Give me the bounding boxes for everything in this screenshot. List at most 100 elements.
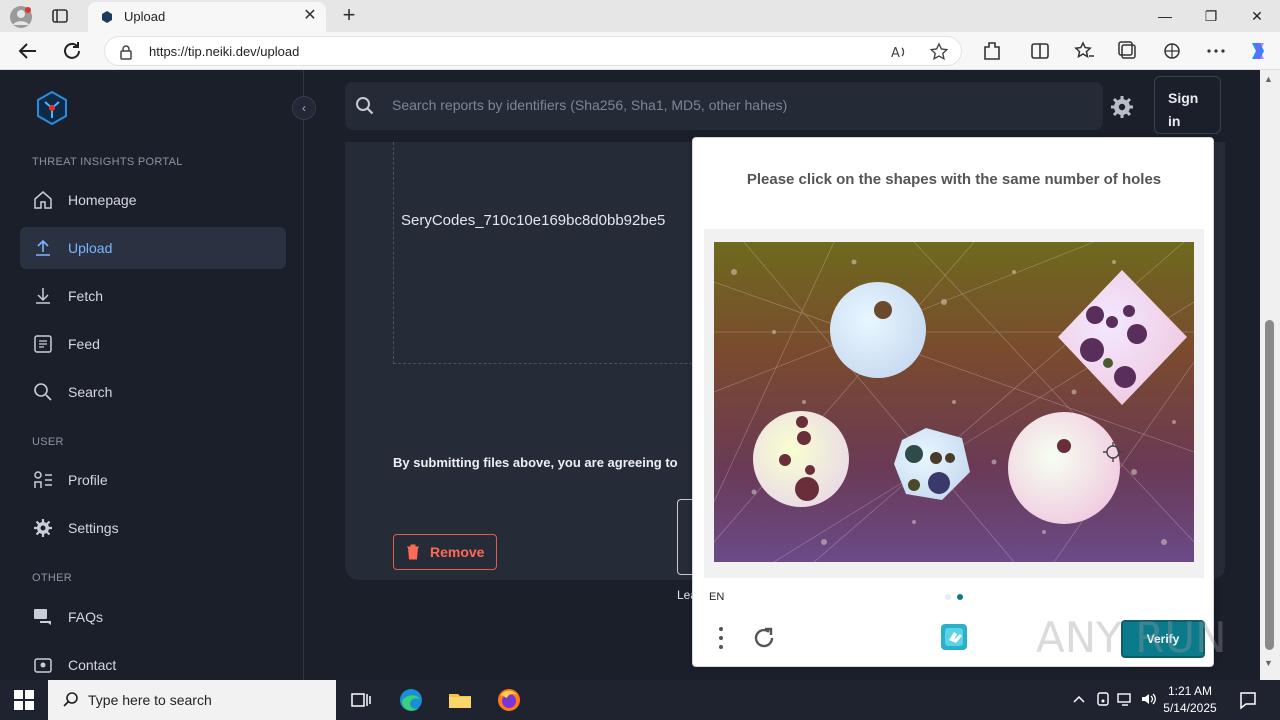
download-icon <box>36 288 50 304</box>
taskbar-search-placeholder: Type here to search <box>88 692 212 708</box>
network-icon[interactable] <box>1116 690 1134 708</box>
section-portal: THREAT INSIGHTS PORTAL <box>32 156 183 168</box>
browser-essentials-icon[interactable] <box>1160 39 1184 63</box>
browser-tabstrip: Upload ✕ + — ❐ ✕ <box>0 0 1280 32</box>
extensions-icon[interactable] <box>980 39 1004 63</box>
trash-icon <box>407 544 419 560</box>
device-icon[interactable] <box>1094 690 1112 708</box>
captcha-prompt: Please click on the shapes with the same… <box>746 171 1162 188</box>
sidebar-item-label: Settings <box>68 520 119 536</box>
search-icon <box>63 692 78 707</box>
watermark-text: ANY RUN <box>1036 613 1227 662</box>
sidebar-item-faqs[interactable]: FAQs <box>20 596 286 638</box>
gear-icon <box>34 519 52 537</box>
remove-label: Remove <box>430 544 485 560</box>
clock-date: 5/14/2025 <box>1163 701 1217 715</box>
sidebar-item-search[interactable]: Search <box>20 371 286 413</box>
captcha-puzzle-image[interactable] <box>714 242 1194 562</box>
page-scrollbar[interactable]: ▲ ▼ <box>1260 70 1280 680</box>
clock-time: 1:21 AM <box>1167 684 1213 698</box>
firefox-icon[interactable] <box>495 686 523 714</box>
sidebar-item-label: Feed <box>68 336 100 352</box>
new-tab-button[interactable]: + <box>338 4 360 26</box>
windows-start-icon[interactable] <box>14 690 34 710</box>
address-bar[interactable]: https://tip.neiki.dev/upload A <box>104 36 962 66</box>
favorite-star-icon[interactable] <box>929 42 949 62</box>
sidebar-item-feed[interactable]: Feed <box>20 323 286 365</box>
sidebar-item-contact[interactable]: Contact <box>20 644 286 680</box>
sidebar-item-upload[interactable]: Upload <box>20 227 286 269</box>
anyrun-watermark: ANY RUN <box>1036 613 1227 662</box>
upload-icon <box>36 239 50 256</box>
windows-taskbar: Type here to search 1:21 AM 5/14/2025 <box>0 680 1280 720</box>
sidebar-item-fetch[interactable]: Fetch <box>20 275 286 317</box>
collections-icon[interactable] <box>1116 39 1140 63</box>
browser-tab-upload[interactable]: Upload ✕ <box>88 2 326 32</box>
minimize-button[interactable]: — <box>1142 4 1188 28</box>
url-text: https://tip.neiki.dev/upload <box>149 44 300 59</box>
svg-text:A: A <box>891 46 900 61</box>
sidebar-item-label: Homepage <box>68 192 137 208</box>
show-hidden-icons-icon[interactable] <box>1070 690 1088 708</box>
sidebar-item-label: Contact <box>68 657 117 673</box>
sidebar-item-label: Profile <box>68 472 108 488</box>
profile-icon[interactable] <box>10 6 32 28</box>
tab-title: Upload <box>124 9 166 24</box>
split-screen-icon[interactable] <box>1028 39 1052 63</box>
captcha-dialog: Please click on the shapes with the same… <box>692 137 1214 667</box>
browser-toolbar: https://tip.neiki.dev/upload A <box>0 32 1280 70</box>
scrollbar-thumb[interactable] <box>1265 320 1274 650</box>
back-icon[interactable] <box>16 39 40 63</box>
favorites-icon[interactable] <box>1072 39 1096 63</box>
sidebar-item-profile[interactable]: Profile <box>20 459 286 501</box>
close-tab-icon[interactable]: ✕ <box>302 8 318 24</box>
sidebar-item-label: FAQs <box>68 609 104 625</box>
uploaded-file-name: SeryCodes_710c10e169bc8d0bb92be5 <box>401 212 666 229</box>
section-user: USER <box>32 436 64 448</box>
search-bar[interactable]: Search reports by identifiers (Sha256, S… <box>345 82 1103 130</box>
taskbar-search-box[interactable]: Type here to search <box>48 680 336 720</box>
agreement-text: By submitting files above, you are agree… <box>393 455 678 470</box>
section-other: OTHER <box>32 572 72 584</box>
contact-icon <box>34 658 52 673</box>
menu-dots-icon[interactable] <box>715 625 727 651</box>
restore-button[interactable]: ❐ <box>1188 4 1234 28</box>
sidebar-item-settings[interactable]: Settings <box>20 507 286 549</box>
taskbar-clock[interactable]: 1:21 AM 5/14/2025 <box>1160 683 1220 717</box>
scroll-up-arrow-icon[interactable]: ▲ <box>1264 74 1273 84</box>
sidebar-item-homepage[interactable]: Homepage <box>20 179 286 221</box>
search-icon <box>356 97 374 115</box>
sign-in-button[interactable]: Sign in <box>1154 76 1221 134</box>
faq-icon <box>34 609 51 625</box>
refresh-challenge-icon[interactable] <box>751 625 777 651</box>
sign-in-label-line2: in <box>1168 113 1181 129</box>
hcaptcha-logo-icon[interactable] <box>937 620 971 654</box>
sidebar: ‹ THREAT INSIGHTS PORTAL Homepage Upload… <box>4 70 316 680</box>
edge-browser-icon[interactable] <box>397 686 425 714</box>
lock-icon[interactable] <box>119 44 133 60</box>
challenge-progress-dots <box>945 594 963 600</box>
more-options-icon[interactable] <box>1204 39 1228 63</box>
feed-icon <box>34 335 52 353</box>
file-explorer-icon[interactable] <box>446 686 474 714</box>
sidebar-item-label: Search <box>68 384 113 400</box>
scroll-down-arrow-icon[interactable]: ▼ <box>1264 658 1273 668</box>
site-favicon-icon <box>102 11 112 23</box>
settings-gear-icon[interactable] <box>1109 94 1135 120</box>
sign-in-label-line1: Sign <box>1168 90 1199 106</box>
home-icon <box>34 191 52 209</box>
remove-button[interactable]: Remove <box>393 534 497 570</box>
search-input[interactable]: Search reports by identifiers (Sha256, S… <box>392 97 787 113</box>
refresh-icon[interactable] <box>60 39 84 63</box>
read-aloud-icon[interactable]: A <box>889 42 909 62</box>
close-window-button[interactable]: ✕ <box>1234 4 1280 28</box>
notifications-icon[interactable] <box>1238 690 1258 710</box>
captcha-image-frame <box>704 229 1204 578</box>
task-view-icon[interactable] <box>346 686 374 714</box>
volume-icon[interactable] <box>1140 690 1158 708</box>
copilot-icon[interactable] <box>1246 39 1270 63</box>
language-selector[interactable]: EN <box>709 591 724 603</box>
portal-logo-icon[interactable] <box>34 90 70 126</box>
tab-actions-icon[interactable] <box>50 6 70 26</box>
profile-icon <box>34 471 52 488</box>
